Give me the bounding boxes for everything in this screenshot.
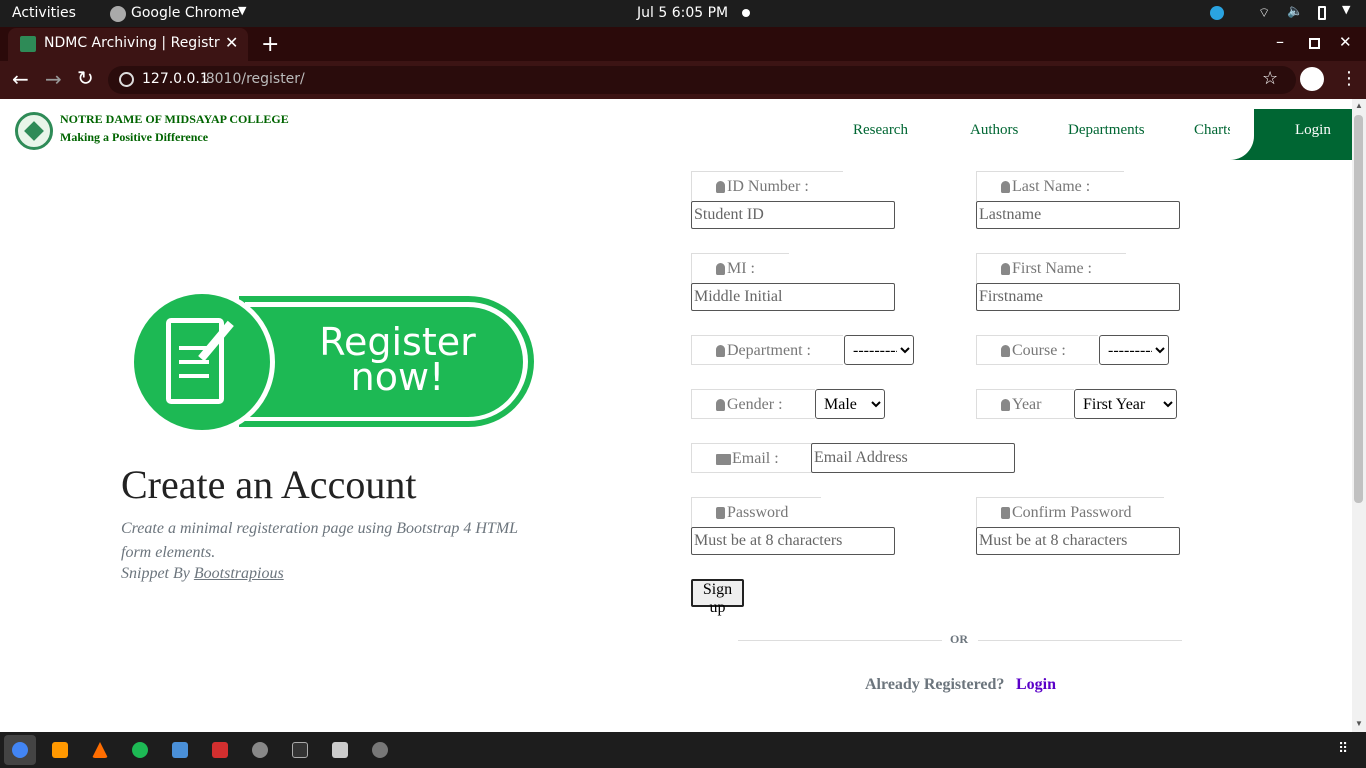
department-select[interactable]: --------- bbox=[844, 335, 914, 365]
nav-authors[interactable]: Authors bbox=[970, 122, 1018, 139]
already-registered-text: Already Registered? bbox=[865, 676, 1005, 693]
lock-icon bbox=[1001, 507, 1010, 519]
banner-line-2: now! bbox=[350, 355, 445, 399]
menu-kebab-icon[interactable]: ⋮ bbox=[1340, 68, 1358, 89]
address-bar[interactable]: 127.0.0.1 :8010/register/ ☆ bbox=[108, 66, 1296, 94]
terminal-dock-icon[interactable] bbox=[292, 742, 308, 758]
scrollbar-thumb[interactable] bbox=[1354, 115, 1363, 503]
close-tab-icon[interactable]: ✕ bbox=[225, 33, 238, 52]
nav-charts[interactable]: Charts bbox=[1194, 122, 1233, 139]
telegram-icon[interactable] bbox=[1210, 6, 1224, 20]
maximize-icon[interactable] bbox=[1309, 38, 1320, 49]
hero-description: Create a minimal registeration page usin… bbox=[121, 520, 518, 561]
show-apps-icon[interactable]: ⠿ bbox=[1338, 741, 1348, 757]
last-name-input[interactable] bbox=[976, 201, 1180, 229]
tab-title: NDMC Archiving | Registr bbox=[44, 35, 220, 51]
forward-icon[interactable]: → bbox=[45, 67, 62, 91]
last-name-label: Last Name : bbox=[976, 171, 1124, 201]
course-label: Course : bbox=[976, 335, 1098, 365]
user-icon bbox=[716, 263, 725, 275]
url-host: 127.0.0.1 bbox=[142, 71, 209, 87]
page-content: NOTRE DAME OF MIDSAYAP COLLEGE Making a … bbox=[0, 99, 1352, 732]
year-select[interactable]: First Year bbox=[1074, 389, 1177, 419]
nav-departments[interactable]: Departments bbox=[1068, 122, 1145, 139]
minimize-icon[interactable]: – bbox=[1276, 32, 1284, 51]
college-logo[interactable] bbox=[15, 112, 53, 150]
or-divider: OR bbox=[950, 632, 968, 646]
close-window-icon[interactable]: ✕ bbox=[1339, 33, 1352, 51]
user-icon bbox=[716, 181, 725, 193]
user-icon bbox=[716, 345, 725, 357]
solitaire-dock-icon[interactable] bbox=[212, 742, 228, 758]
sign-up-button[interactable]: Sign up bbox=[691, 579, 744, 616]
files-dock-icon[interactable] bbox=[332, 742, 348, 758]
college-name[interactable]: NOTRE DAME OF MIDSAYAP COLLEGE bbox=[60, 112, 289, 127]
volume-icon[interactable]: 🔈 bbox=[1287, 4, 1303, 19]
user-icon bbox=[1001, 345, 1010, 357]
browser-tab[interactable]: NDMC Archiving | Registr ✕ bbox=[8, 28, 248, 61]
chrome-dock-icon[interactable] bbox=[12, 742, 28, 758]
taskbar bbox=[0, 732, 1366, 768]
nav-research[interactable]: Research bbox=[853, 122, 908, 139]
first-name-input[interactable] bbox=[976, 283, 1180, 311]
new-tab-icon[interactable]: + bbox=[261, 32, 279, 57]
chevron-down-icon: ▼ bbox=[238, 4, 247, 17]
reload-icon[interactable]: ↻ bbox=[77, 66, 94, 90]
system-top-bar: Activities Google Chrome ▼ Jul 5 6:05 PM… bbox=[0, 0, 1366, 27]
scroll-up-icon[interactable]: ▲ bbox=[1355, 101, 1363, 110]
gender-select[interactable]: Male bbox=[815, 389, 885, 419]
app-dock-icon[interactable] bbox=[252, 742, 268, 758]
info-icon[interactable] bbox=[119, 72, 134, 87]
profile-avatar-icon[interactable] bbox=[1300, 67, 1324, 91]
college-tagline: Making a Positive Difference bbox=[60, 130, 209, 144]
favicon-icon bbox=[20, 36, 36, 52]
confirm-password-label: Confirm Password bbox=[976, 497, 1164, 527]
mi-label: MI : bbox=[691, 253, 789, 283]
password-label: Password bbox=[691, 497, 821, 527]
system-menu-icon[interactable]: ▼ bbox=[1342, 3, 1350, 16]
page-title: Create an Account bbox=[121, 462, 417, 507]
first-name-label: First Name : bbox=[976, 253, 1126, 283]
snippet-credit: Snippet By Bootstrapious bbox=[121, 565, 284, 583]
activities-button[interactable]: Activities bbox=[12, 5, 76, 21]
text-editor-dock-icon[interactable] bbox=[172, 742, 188, 758]
spotify-dock-icon[interactable] bbox=[132, 742, 148, 758]
user-icon bbox=[1001, 181, 1010, 193]
department-label: Department : bbox=[691, 335, 843, 365]
url-path: :8010/register/ bbox=[201, 71, 305, 87]
user-icon bbox=[1001, 399, 1010, 411]
app-menu[interactable]: Google Chrome bbox=[131, 5, 240, 21]
user-icon bbox=[1001, 263, 1010, 275]
year-label: Year bbox=[976, 389, 1074, 419]
gender-label: Gender : bbox=[691, 389, 815, 419]
notification-dot-icon bbox=[742, 9, 750, 17]
battery-icon[interactable] bbox=[1318, 6, 1326, 20]
nav-login[interactable]: Login bbox=[1295, 122, 1331, 139]
divider-right bbox=[978, 640, 1182, 641]
email-input[interactable] bbox=[811, 443, 1015, 473]
id-number-label: ID Number : bbox=[691, 171, 843, 201]
student-id-input[interactable] bbox=[691, 201, 895, 229]
software-dock-icon[interactable] bbox=[372, 742, 388, 758]
clock[interactable]: Jul 5 6:05 PM bbox=[637, 5, 728, 21]
email-label: Email : bbox=[691, 443, 811, 473]
user-icon bbox=[716, 399, 725, 411]
document-edit-icon bbox=[129, 289, 275, 435]
snippet-prefix: Snippet By bbox=[121, 565, 190, 582]
password-input[interactable] bbox=[691, 527, 895, 555]
lock-icon bbox=[716, 507, 725, 519]
chrome-icon bbox=[110, 6, 126, 22]
scroll-down-icon[interactable]: ▼ bbox=[1355, 719, 1363, 728]
back-icon[interactable]: ← bbox=[12, 67, 29, 91]
bookmark-star-icon[interactable]: ☆ bbox=[1262, 68, 1278, 89]
divider-left bbox=[738, 640, 942, 641]
network-icon[interactable]: ⌔ bbox=[1258, 5, 1270, 21]
sublime-dock-icon[interactable] bbox=[52, 742, 68, 758]
course-select[interactable]: --------- bbox=[1099, 335, 1169, 365]
envelope-icon bbox=[716, 454, 731, 465]
login-link[interactable]: Login bbox=[1016, 676, 1056, 694]
bootstrapious-link[interactable]: Bootstrapious bbox=[194, 565, 284, 582]
middle-initial-input[interactable] bbox=[691, 283, 895, 311]
confirm-password-input[interactable] bbox=[976, 527, 1180, 555]
